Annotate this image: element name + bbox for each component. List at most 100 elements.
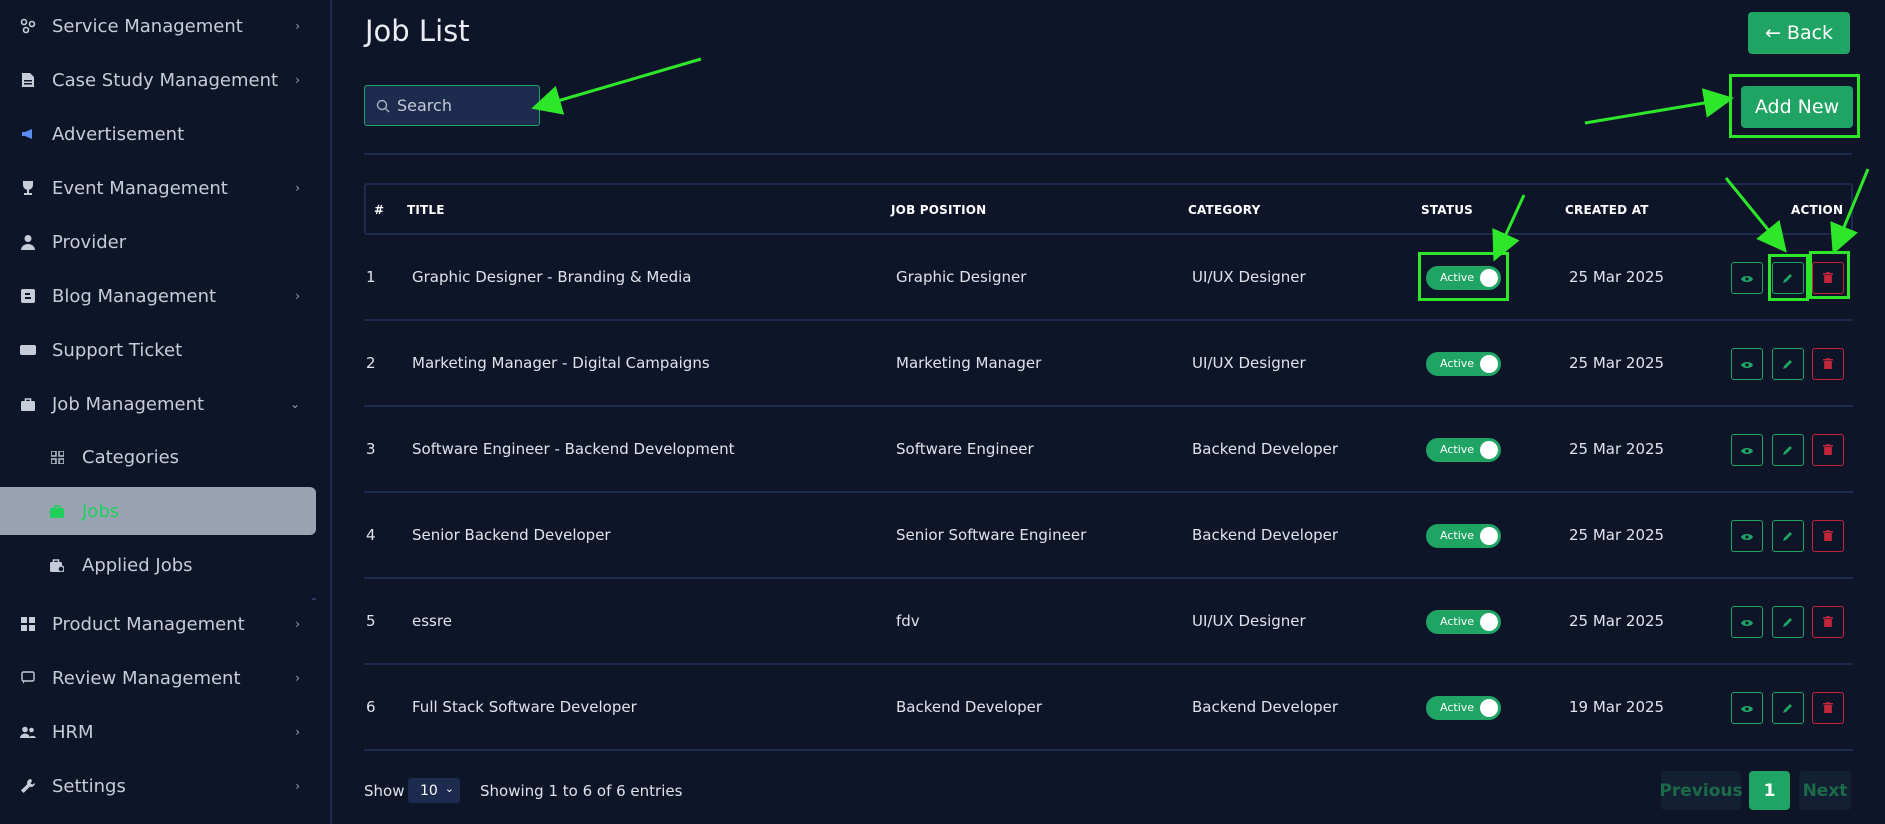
pencil-icon <box>1783 699 1793 717</box>
sidebar-item-label: Applied Jobs <box>82 554 193 576</box>
status-toggle[interactable]: Active <box>1426 696 1501 720</box>
job-category: Backend Developer <box>1192 526 1339 544</box>
wrench-icon <box>20 778 36 794</box>
sidebar-item-label: Support Ticket <box>52 339 183 361</box>
job-category: UI/UX Designer <box>1192 354 1306 372</box>
trash-icon <box>1823 699 1833 717</box>
sidebar-item-label: Review Management <box>52 667 241 689</box>
eye-icon <box>1741 699 1753 717</box>
users-icon <box>20 724 36 740</box>
status-label: Active <box>1440 615 1475 628</box>
table-row: 3 Software Engineer - Backend Development… <box>364 407 1853 493</box>
sidebar-item-label: HRM <box>52 721 94 743</box>
toggle-knob <box>1480 699 1498 717</box>
status-toggle[interactable]: Active <box>1426 524 1501 548</box>
chevron-down-icon: ⌄ <box>289 397 300 411</box>
search-icon <box>376 98 390 117</box>
status-toggle[interactable]: Active <box>1426 352 1501 376</box>
sidebar-item-case-study-management[interactable]: Case Study Management › <box>0 58 316 102</box>
chevron-right-icon: › <box>295 779 300 793</box>
edit-button[interactable] <box>1772 606 1804 638</box>
sidebar-item-label: Service Management <box>52 15 243 37</box>
edit-button[interactable] <box>1772 520 1804 552</box>
arrow-to-search <box>531 57 702 115</box>
ticket-icon <box>20 342 36 358</box>
job-category: UI/UX Designer <box>1192 268 1306 286</box>
sidebar: Service Management › Case Study Manageme… <box>0 0 332 824</box>
sidebar-item-label: Categories <box>82 446 180 468</box>
job-title: Graphic Designer - Branding & Media <box>412 268 692 286</box>
annotation-highlight-box <box>1809 251 1850 299</box>
status-label: Active <box>1440 443 1475 456</box>
sidebar-item-blog-management[interactable]: Blog Management › <box>0 274 316 318</box>
page-1-button[interactable]: 1 <box>1749 771 1790 810</box>
edit-button[interactable] <box>1772 434 1804 466</box>
view-button[interactable] <box>1731 348 1763 380</box>
review-icon <box>20 670 36 686</box>
sidebar-item-product-management[interactable]: Product Management › <box>0 602 316 646</box>
pencil-icon <box>1783 355 1793 373</box>
divider <box>364 153 1852 155</box>
sidebar-item-jobs[interactable]: Jobs <box>0 487 316 535</box>
view-button[interactable] <box>1731 692 1763 724</box>
chevron-right-icon: › <box>295 181 300 195</box>
delete-button[interactable] <box>1812 606 1844 638</box>
sidebar-item-service-management[interactable]: Service Management › <box>0 4 316 48</box>
row-number: 1 <box>366 268 376 286</box>
delete-button[interactable] <box>1812 348 1844 380</box>
arrow-to-add-new <box>1584 88 1734 125</box>
edit-button[interactable] <box>1772 348 1804 380</box>
back-button[interactable]: ← Back <box>1748 12 1850 54</box>
previous-page-button[interactable]: Previous <box>1659 771 1743 810</box>
sidebar-item-review-management[interactable]: Review Management › <box>0 656 316 700</box>
column-header: STATUS <box>1421 203 1474 217</box>
view-button[interactable] <box>1731 520 1763 552</box>
sidebar-item-applied-jobs[interactable]: Applied Jobs <box>0 543 316 587</box>
user-icon <box>20 234 36 250</box>
status-toggle[interactable]: Active <box>1426 438 1501 462</box>
sidebar-item-event-management[interactable]: Event Management › <box>0 166 316 210</box>
grid-icon <box>20 616 36 632</box>
delete-button[interactable] <box>1812 692 1844 724</box>
document-icon <box>20 72 36 88</box>
entries-info: Showing 1 to 6 of 6 entries <box>480 782 683 800</box>
eye-icon <box>1741 527 1753 545</box>
show-label: Show <box>364 782 405 800</box>
delete-button[interactable] <box>1812 434 1844 466</box>
created-at: 25 Mar 2025 <box>1569 354 1665 372</box>
status-toggle[interactable]: Active <box>1426 610 1501 634</box>
created-at: 25 Mar 2025 <box>1569 440 1665 458</box>
chevron-right-icon: › <box>295 725 300 739</box>
add-new-button[interactable]: Add New <box>1741 86 1853 128</box>
toggle-knob <box>1480 355 1498 373</box>
blog-icon <box>20 288 36 304</box>
chevron-right-icon: › <box>295 73 300 87</box>
sidebar-item-advertisement[interactable]: Advertisement <box>0 112 316 156</box>
job-category: UI/UX Designer <box>1192 612 1306 630</box>
delete-button[interactable] <box>1812 520 1844 552</box>
sidebar-item-label: Settings <box>52 775 126 797</box>
sidebar-item-support-ticket[interactable]: Support Ticket <box>0 328 316 372</box>
search-input[interactable]: Search <box>364 85 540 126</box>
next-page-button[interactable]: Next <box>1799 771 1851 810</box>
sidebar-item-job-management[interactable]: Job Management ⌄ <box>0 382 316 426</box>
job-title: Software Engineer - Backend Development <box>412 440 735 458</box>
sidebar-item-categories[interactable]: Categories <box>0 435 316 479</box>
sidebar-item-settings[interactable]: Settings › <box>0 764 316 808</box>
sidebar-item-label: Event Management <box>52 177 228 199</box>
status-label: Active <box>1440 529 1475 542</box>
trash-icon <box>1823 355 1833 373</box>
view-button[interactable] <box>1731 434 1763 466</box>
sidebar-item-label: Case Study Management <box>52 69 279 91</box>
view-button[interactable] <box>1731 606 1763 638</box>
view-button[interactable] <box>1731 262 1763 294</box>
table-row: 6 Full Stack Software Developer Backend De… <box>364 665 1853 751</box>
sidebar-item-hrm[interactable]: HRM › <box>0 710 316 754</box>
created-at: 19 Mar 2025 <box>1569 698 1665 716</box>
job-title: Marketing Manager - Digital Campaigns <box>412 354 710 372</box>
sidebar-item-provider[interactable]: Provider <box>0 220 316 264</box>
job-position: Software Engineer <box>896 440 1034 458</box>
edit-button[interactable] <box>1772 692 1804 724</box>
page-size-select[interactable]: 10 ⌄ <box>408 778 460 803</box>
pencil-icon <box>1783 527 1793 545</box>
